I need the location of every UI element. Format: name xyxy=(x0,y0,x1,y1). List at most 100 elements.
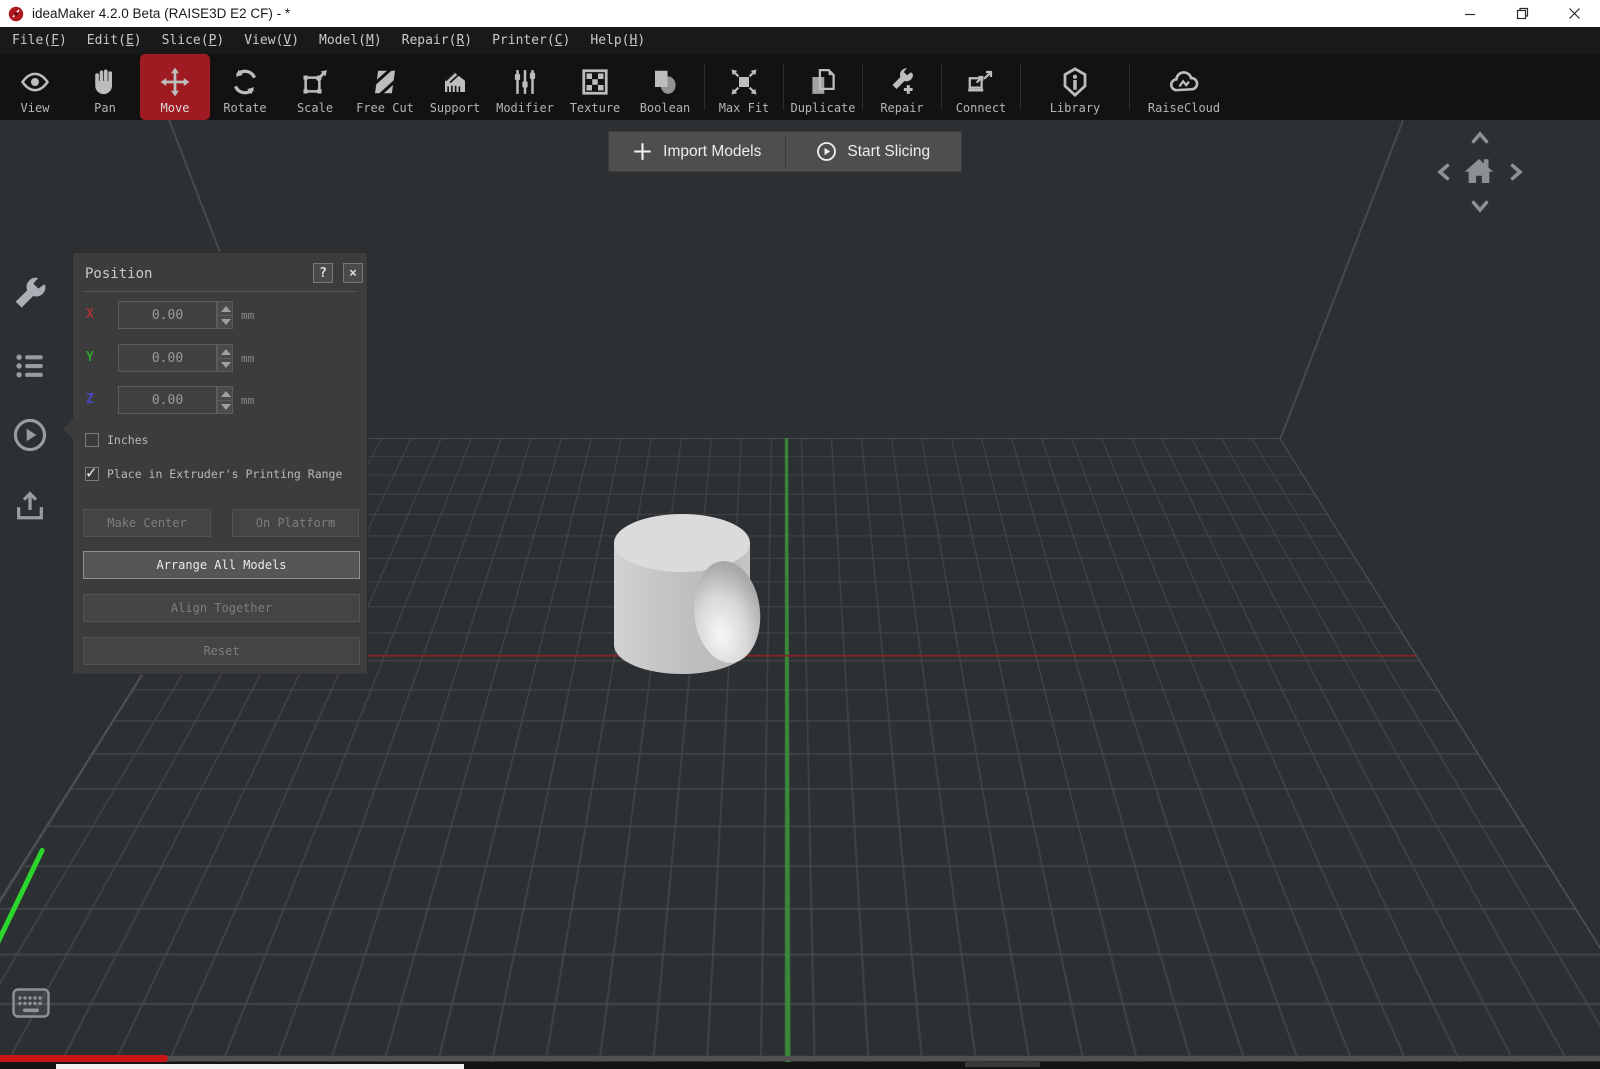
boolean-shapes-icon xyxy=(650,67,680,97)
max-fit-icon xyxy=(729,67,759,97)
toolbar-divider xyxy=(1020,64,1021,110)
menu-item-file[interactable]: File(F) xyxy=(5,29,74,52)
align-together-button[interactable]: Align Together xyxy=(83,594,360,622)
axis-spinner-x xyxy=(217,301,233,329)
toolbar-button-free-cut[interactable]: Free Cut xyxy=(350,54,420,120)
checkbox-row-place-in-range: Place in Extruder's Printing Range xyxy=(85,463,343,483)
toolbar-button-boolean[interactable]: Boolean xyxy=(630,54,700,120)
view-nav-rotate-left[interactable] xyxy=(1432,160,1456,184)
toolbar-button-scale[interactable]: Scale xyxy=(280,54,350,120)
spinner-up-icon[interactable] xyxy=(218,387,232,400)
menu-item-slice[interactable]: Slice(P) xyxy=(155,29,232,52)
sidebar-tool-export-panel[interactable] xyxy=(13,488,47,522)
menu-item-printer[interactable]: Printer(C) xyxy=(485,29,577,52)
checkbox-label-place-in-range: Place in Extruder's Printing Range xyxy=(107,467,343,481)
spinner-down-icon[interactable] xyxy=(218,399,232,414)
axis-input-z[interactable] xyxy=(118,386,217,414)
close-button[interactable] xyxy=(1548,0,1600,27)
arrange-all-models-button[interactable]: Arrange All Models xyxy=(83,551,360,579)
toolbar-button-library[interactable]: Library xyxy=(1025,54,1125,120)
toolbar-divider xyxy=(704,64,705,110)
toolbar-button-move[interactable]: Move xyxy=(140,54,210,120)
axis-row-y: Ymm xyxy=(73,344,367,372)
checkbox-inches[interactable] xyxy=(85,433,99,447)
axis-input-y[interactable] xyxy=(118,344,217,372)
axis-unit-x: mm xyxy=(241,309,255,322)
toolbar-button-duplicate[interactable]: Duplicate xyxy=(788,54,858,120)
hand-icon xyxy=(90,67,120,97)
spinner-up-icon[interactable] xyxy=(218,302,232,315)
view-nav-rotate-right[interactable] xyxy=(1504,160,1528,184)
view-nav-rotate-up[interactable] xyxy=(1468,126,1492,150)
viewport-3d[interactable]: Import Models Start Slicing Position ? ×… xyxy=(0,120,1600,1069)
sidebar-tool-adjust-panel[interactable] xyxy=(10,276,50,316)
on-platform-button[interactable]: On Platform xyxy=(232,509,359,537)
sidebar-tool-slice-panel[interactable] xyxy=(12,417,48,453)
toolbar-button-modifier[interactable]: Modifier xyxy=(490,54,560,120)
toolbar-button-pan[interactable]: Pan xyxy=(70,54,140,120)
dialog-help-button[interactable]: ? xyxy=(313,263,333,283)
axis-unit-z: mm xyxy=(241,394,255,407)
onscreen-keyboard-button[interactable] xyxy=(12,988,50,1018)
menu-item-model[interactable]: Model(M) xyxy=(312,29,389,52)
view-nav-home-view[interactable] xyxy=(1461,153,1497,189)
toolbar-label-texture: Texture xyxy=(569,101,621,115)
support-icon xyxy=(440,67,470,97)
toolbar-divider xyxy=(862,64,863,110)
eye-icon xyxy=(20,67,50,97)
menu-item-view[interactable]: View(V) xyxy=(237,29,306,52)
spinner-down-icon[interactable] xyxy=(218,314,232,329)
axis-label-y: Y xyxy=(86,350,94,365)
free-cut-icon xyxy=(370,67,400,97)
menu-item-edit[interactable]: Edit(E) xyxy=(80,29,149,52)
toolbar-label-pan: Pan xyxy=(94,101,116,115)
progress-bar-fill xyxy=(0,1055,168,1062)
start-slicing-button[interactable]: Start Slicing xyxy=(786,132,962,171)
play-circle-icon xyxy=(816,141,837,162)
axis-label-x: X xyxy=(86,307,94,322)
axis-label-z: Z xyxy=(86,392,94,407)
toolbar-label-rotate: Rotate xyxy=(223,101,267,115)
checkbox-label-inches: Inches xyxy=(107,433,149,447)
toolbar-divider xyxy=(1129,64,1130,110)
progress-bar-track xyxy=(0,1056,1600,1061)
import-models-button[interactable]: Import Models xyxy=(609,132,785,171)
toolbar-button-max-fit[interactable]: Max Fit xyxy=(709,54,779,120)
view-nav-rotate-down[interactable] xyxy=(1468,194,1492,218)
view-nav-cluster xyxy=(1424,120,1534,220)
rotate-icon xyxy=(230,67,260,97)
toolbar-button-support[interactable]: Support xyxy=(420,54,490,120)
spinner-down-icon[interactable] xyxy=(218,357,232,372)
spinner-up-icon[interactable] xyxy=(218,345,232,358)
start-slicing-label: Start Slicing xyxy=(847,142,931,160)
sidebar-tool-model-list-panel[interactable] xyxy=(13,349,47,383)
toolbar-divider xyxy=(941,64,942,110)
hexagon-info-icon xyxy=(1060,67,1090,97)
make-center-button[interactable]: Make Center xyxy=(83,509,211,537)
toolbar-label-repair: Repair xyxy=(880,101,924,115)
restore-button[interactable] xyxy=(1496,0,1548,27)
axis-input-x[interactable] xyxy=(118,301,217,329)
toolbar-button-texture[interactable]: Texture xyxy=(560,54,630,120)
axis-unit-y: mm xyxy=(241,352,255,365)
menu-item-help[interactable]: Help(H) xyxy=(583,29,652,52)
reset-button[interactable]: Reset xyxy=(83,637,360,665)
dialog-close-button[interactable]: × xyxy=(343,263,363,283)
plus-icon xyxy=(632,141,653,162)
window-title: ideaMaker 4.2.0 Beta (RAISE3D E2 CF) - * xyxy=(32,6,291,21)
toolbar-button-view[interactable]: View xyxy=(0,54,70,120)
toolbar-button-repair[interactable]: Repair xyxy=(867,54,937,120)
toolbar-button-raisecloud[interactable]: RaiseCloud xyxy=(1134,54,1234,120)
toolbar-label-connect: Connect xyxy=(955,101,1007,115)
toolbar: View Pan Move Rotate Scale Free Cut Support Mod… xyxy=(0,54,1600,120)
toolbar-button-rotate[interactable]: Rotate xyxy=(210,54,280,120)
action-bar: Import Models Start Slicing xyxy=(608,131,962,172)
toolbar-label-modifier: Modifier xyxy=(496,101,554,115)
dialog-separator xyxy=(83,291,357,292)
move-arrows-icon xyxy=(160,67,190,97)
import-models-label: Import Models xyxy=(663,142,762,160)
toolbar-button-connect[interactable]: Connect xyxy=(946,54,1016,120)
menu-item-repair[interactable]: Repair(R) xyxy=(395,29,479,52)
minimize-button[interactable] xyxy=(1444,0,1496,27)
checkbox-place-in-range[interactable] xyxy=(85,463,99,483)
